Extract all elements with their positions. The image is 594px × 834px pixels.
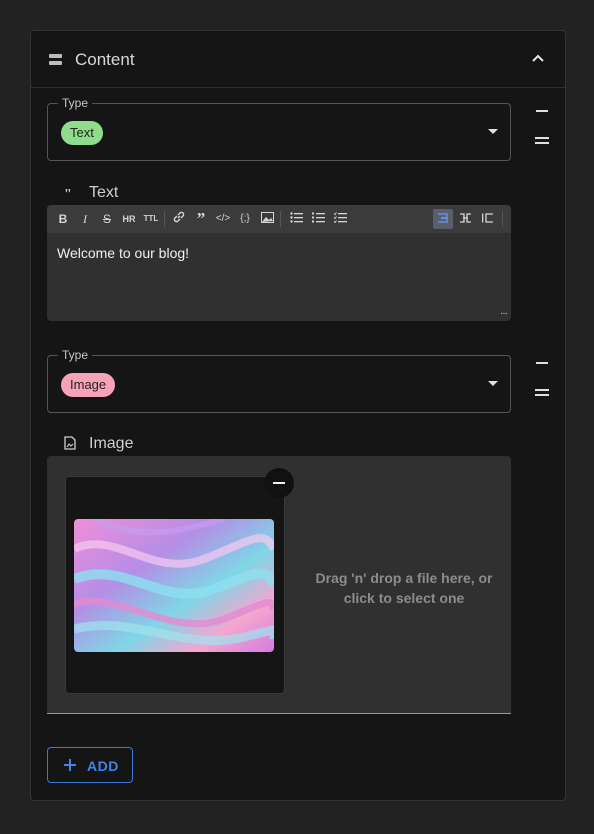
quote-icon: " <box>64 187 72 198</box>
image-preview <box>74 519 274 652</box>
file-image-icon <box>64 436 76 450</box>
editor-content[interactable]: Welcome to our blog! <box>57 245 189 261</box>
toolbar-divider <box>502 211 503 227</box>
drag-handle-icon[interactable] <box>535 137 549 145</box>
image-dropzone[interactable]: Drag 'n' drop a file here, or click to s… <box>47 456 511 714</box>
panel-title: Content <box>75 50 135 69</box>
resize-handle-icon[interactable]: ··· <box>500 308 508 319</box>
check-list-button[interactable] <box>330 209 350 229</box>
horizontal-rule-button[interactable]: HR <box>119 209 139 229</box>
dropdown-arrow-icon[interactable] <box>488 381 498 386</box>
bullet-list-button[interactable] <box>286 209 306 229</box>
numbered-list-button[interactable] <box>308 209 328 229</box>
type-chip-text: Text <box>61 121 103 145</box>
blockquote-button[interactable]: ” <box>191 209 211 229</box>
code-button[interactable]: </> <box>213 209 233 229</box>
text-field-label: Text <box>89 184 119 201</box>
italic-button[interactable]: I <box>75 209 95 229</box>
check-list-icon <box>333 212 347 224</box>
edit-mode-icon <box>438 213 448 223</box>
image-button[interactable] <box>257 209 277 229</box>
image-field-label: Image <box>89 435 134 452</box>
content-panel: Content Type Text " Text B I S HR TTL ” … <box>30 30 566 801</box>
edit-mode-button[interactable] <box>433 209 453 229</box>
type-legend: Type <box>58 348 93 362</box>
image-icon <box>260 212 274 223</box>
split-mode-icon <box>459 213 471 223</box>
add-block-button[interactable]: ADD <box>47 747 133 783</box>
title-button[interactable]: TTL <box>141 209 161 229</box>
preview-mode-icon <box>481 213 493 223</box>
list-bars-icon <box>49 54 62 65</box>
toolbar-divider <box>164 211 165 227</box>
drag-handle-icon[interactable] <box>535 389 549 397</box>
bold-button[interactable]: B <box>53 209 73 229</box>
link-icon <box>173 211 185 223</box>
numbered-list-icon <box>311 212 325 223</box>
add-button-label: ADD <box>87 758 119 774</box>
type-chip-image: Image <box>61 373 116 397</box>
preview-mode-button[interactable] <box>477 209 497 229</box>
type-select-image-block[interactable]: Type Image <box>47 348 511 413</box>
remove-block-button[interactable] <box>536 110 548 112</box>
remove-image-button[interactable] <box>264 468 294 498</box>
remove-block-button[interactable] <box>536 362 548 364</box>
type-legend: Type <box>58 96 93 110</box>
link-button[interactable] <box>169 209 189 229</box>
bullet-list-icon <box>289 212 303 223</box>
svg-text:": " <box>64 187 72 198</box>
toolbar-divider <box>280 211 281 227</box>
strikethrough-button[interactable]: S <box>97 209 117 229</box>
dropdown-arrow-icon[interactable] <box>488 129 498 134</box>
editor-toolbar: B I S HR TTL ” </> {;} <box>47 205 511 233</box>
dropzone-hint[interactable]: Drag 'n' drop a file here, or click to s… <box>309 568 499 608</box>
code-block-button[interactable]: {;} <box>235 209 255 229</box>
split-mode-button[interactable] <box>455 209 475 229</box>
image-preview-card <box>65 468 294 694</box>
type-select-text-block[interactable]: Type Text <box>47 96 511 161</box>
chevron-up-icon[interactable] <box>531 51 545 65</box>
plus-icon <box>64 759 76 771</box>
panel-header[interactable]: Content <box>31 31 565 88</box>
markdown-editor[interactable]: B I S HR TTL ” </> {;} Welcome to our bl… <box>47 205 511 321</box>
